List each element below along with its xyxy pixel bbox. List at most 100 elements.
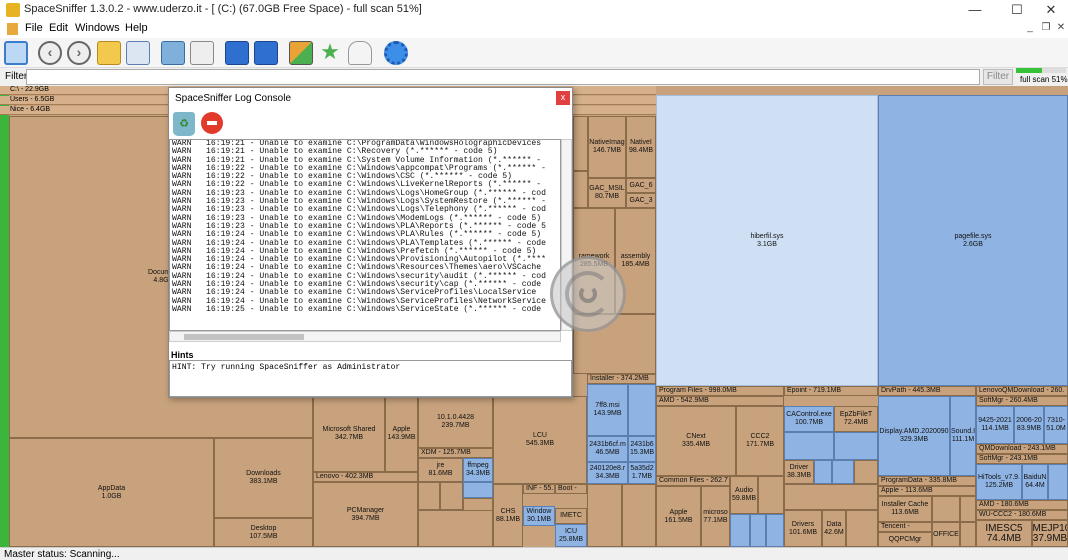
- tile-downloads[interactable]: Downloads 383.1MB: [214, 438, 313, 518]
- tile-epzb[interactable]: EpZbFileT 72.4MB: [834, 406, 878, 432]
- tile-19-b[interactable]: [573, 171, 588, 208]
- hints-box[interactable]: HINT: Try running SpaceSniffer as Admini…: [169, 360, 572, 397]
- tile-progdata[interactable]: ProgramData - 335.8MB: [878, 476, 976, 486]
- tile-small-a[interactable]: [418, 482, 440, 510]
- tile-nativeimg1[interactable]: NativeImag 146.7MB: [588, 116, 626, 178]
- tile-cnext[interactable]: CNext 335.4MB: [656, 406, 736, 476]
- tile-misc-b[interactable]: [622, 484, 656, 547]
- tile-lcu-data[interactable]: Data 42.6M: [822, 510, 846, 547]
- tile-9425[interactable]: 9425-2021 114.1MB: [976, 406, 1014, 444]
- star-icon[interactable]: ★: [318, 41, 342, 65]
- tile-2431b6cf[interactable]: 2431b6cf.m 46.5MB: [587, 436, 628, 462]
- refresh-file-icon[interactable]: [190, 41, 214, 65]
- tile-pcmanager[interactable]: PCManager 394.7MB: [313, 482, 418, 547]
- new-scan-icon[interactable]: [4, 41, 28, 65]
- log-horizontal-scroll-thumb[interactable]: [184, 334, 304, 340]
- tile-sound[interactable]: Sound.I 111.1M: [950, 396, 976, 476]
- tile-lenovo-small[interactable]: [932, 496, 960, 522]
- tile-display-amd[interactable]: Display.AMD.2020090 329.3MB: [878, 396, 950, 476]
- tile-gac3[interactable]: GAC_3: [626, 193, 656, 208]
- tile-apple2[interactable]: Apple 161.5MB: [656, 486, 701, 547]
- tile-imetc[interactable]: IMETC: [555, 508, 587, 524]
- tile-240120[interactable]: 240120e8.r 34.3MB: [587, 462, 628, 484]
- tile-epoint-c[interactable]: [784, 484, 878, 510]
- mdi-minimize-button[interactable]: _: [1024, 22, 1036, 33]
- minimize-button[interactable]: —: [958, 0, 992, 20]
- mdi-restore-button[interactable]: ❐: [1040, 22, 1052, 33]
- tile-icu[interactable]: ICU 25.8MB: [555, 524, 587, 547]
- recycle-bin-icon[interactable]: ♻: [173, 112, 195, 136]
- tile-imesc5[interactable]: IMESC5 74.4MB: [976, 520, 1032, 547]
- tile-hiberfil[interactable]: hiberfil.sys 3.1GB: [656, 95, 878, 386]
- tile-amd[interactable]: AMD - 542.9MB: [656, 396, 784, 406]
- menu-help[interactable]: Help: [125, 22, 148, 34]
- forward-icon[interactable]: ›: [67, 41, 91, 65]
- tile-webpc[interactable]: [463, 482, 493, 498]
- tile-qqpcmgr[interactable]: QQPCMgr: [878, 532, 932, 547]
- tile-small-c[interactable]: [418, 510, 493, 547]
- tile-tools[interactable]: [1048, 464, 1068, 500]
- tile-micros[interactable]: [758, 476, 784, 514]
- tile-office[interactable]: OFFICE: [932, 522, 960, 547]
- tile-v10[interactable]: 10.1.0.4428 239.7MB: [418, 396, 493, 448]
- tile-softmgr2[interactable]: SoftMgr - 243.1MB: [976, 454, 1068, 464]
- tile-setu[interactable]: [766, 514, 784, 547]
- tile-inf[interactable]: INF - 55.: [523, 484, 555, 494]
- mdi-close-button[interactable]: ✕: [1055, 22, 1067, 33]
- tile-desktop[interactable]: Desktop 107.5MB: [214, 518, 313, 547]
- tile-progfiles[interactable]: Program Files - 998.0MB: [656, 386, 784, 396]
- tile-apple[interactable]: Apple 143.9MB: [385, 396, 418, 472]
- tile-chs[interactable]: CHS 88.1MB: [493, 484, 523, 547]
- tile-mssi[interactable]: [730, 514, 750, 547]
- tile-2431b6[interactable]: 2431b6 15.3MB: [628, 436, 656, 462]
- tile-drvpath[interactable]: DrvPath - 445.3MB: [878, 386, 976, 396]
- up-folder-icon[interactable]: [97, 41, 121, 65]
- tile-pagefile[interactable]: pagefile.sys 2.6GB: [878, 95, 1068, 386]
- log-console-window[interactable]: SpaceSniffer Log Console x ♻ WARN 16:19:…: [168, 87, 573, 398]
- tile-gac6[interactable]: GAC_6: [626, 178, 656, 193]
- tile-nativeimg2[interactable]: NativeI 98.4MB: [626, 116, 656, 178]
- tile-19-a[interactable]: [573, 116, 588, 171]
- filter-input[interactable]: [26, 69, 980, 85]
- menu-windows[interactable]: Windows: [75, 22, 120, 34]
- tile-wuccc2[interactable]: WU-CCC2 - 180.6MB: [976, 510, 1068, 520]
- tile-imejp[interactable]: IMEJP1037.9MB: [1032, 520, 1068, 547]
- tile-bi[interactable]: [960, 522, 976, 547]
- close-button[interactable]: ✕: [1034, 0, 1068, 20]
- tile-lenovo[interactable]: Lenovo - 402.3MB: [313, 472, 418, 482]
- tile-qmdownload[interactable]: QMDownload - 243.1MB: [976, 444, 1068, 454]
- tile-apple3[interactable]: Apple - 113.6MB: [878, 486, 976, 496]
- menu-file[interactable]: File: [25, 22, 43, 34]
- tile-lenovoqm[interactable]: LenovoQMDownload - 260.: [976, 386, 1068, 396]
- home-icon[interactable]: [126, 41, 150, 65]
- log-output[interactable]: WARN 16:19:21 - Unable to examine C:\Pro…: [169, 139, 561, 331]
- tile-epoint-a[interactable]: [784, 432, 834, 460]
- tile-epoint-b[interactable]: [834, 432, 878, 460]
- tile-icudt[interactable]: [814, 460, 832, 484]
- tile-window1[interactable]: Window 30.1MB: [523, 506, 555, 526]
- tile-xdm[interactable]: XDM - 125.7MB: [418, 448, 493, 458]
- tile-co[interactable]: [960, 496, 976, 522]
- tile-amd2[interactable]: AMD - 180.6MB: [976, 500, 1068, 510]
- tile-nis[interactable]: [750, 514, 766, 547]
- colored-boxes-icon[interactable]: [289, 41, 313, 65]
- tile-epsig[interactable]: [832, 460, 854, 484]
- maximize-button[interactable]: ☐: [1000, 0, 1034, 20]
- tile-microsoft2[interactable]: microso 77.1MB: [701, 486, 730, 547]
- stop-icon[interactable]: [201, 112, 223, 134]
- tile-tencent[interactable]: Tencent - 72.1MB: [878, 522, 932, 532]
- tile-audio[interactable]: Audio 59.8MB: [730, 476, 758, 514]
- tile-msi[interactable]: 7ff8.msi 143.9MB: [587, 384, 628, 436]
- tile-boot[interactable]: Boot - 36.0: [555, 484, 587, 494]
- tile-driver[interactable]: Driver 38.3MB: [784, 460, 814, 484]
- blue-box-icon[interactable]: [225, 41, 249, 65]
- tile-epoint[interactable]: Epoint - 719.1MB: [784, 386, 878, 396]
- tile-msi-small[interactable]: [628, 384, 656, 436]
- ghost-icon[interactable]: [348, 41, 372, 65]
- log-console-close-button[interactable]: x: [556, 91, 570, 105]
- blue-box-shield-icon[interactable]: [254, 41, 278, 65]
- tile-appdata[interactable]: AppData 1.0GB: [9, 438, 214, 547]
- tile-misc-a[interactable]: [587, 484, 622, 547]
- tile-commonfiles[interactable]: Common Files - 262.7: [656, 476, 730, 486]
- tile-lcu[interactable]: LCU 545.3MB: [493, 396, 587, 484]
